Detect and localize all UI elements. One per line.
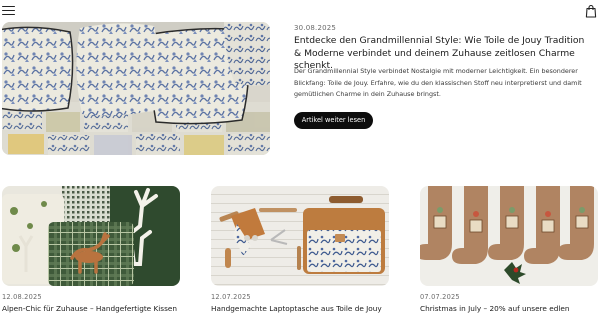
shopping-bag-icon[interactable]: [584, 4, 598, 18]
post-date: 12.07.2025: [211, 293, 251, 301]
post-title[interactable]: Alpen-Chic für Zuhause – Handgefertigte …: [2, 304, 177, 313]
post-image-alpen-chic[interactable]: [2, 186, 180, 286]
post-date: 12.08.2025: [2, 293, 42, 301]
post-image-laptop-bag[interactable]: [211, 186, 389, 286]
post-title[interactable]: Christmas in July – 20% auf unsere edlen: [420, 304, 569, 313]
featured-post-date: 30.08.2025: [294, 24, 337, 32]
featured-post-image[interactable]: [2, 22, 270, 155]
read-more-button[interactable]: Artikel weiter lesen: [294, 112, 373, 129]
post-date: 07.07.2025: [420, 293, 460, 301]
featured-post-excerpt: Der Grandmillennial Style verbindet Nost…: [294, 67, 582, 99]
post-title[interactable]: Handgemachte Laptoptasche aus Toile de J…: [211, 304, 382, 313]
post-image-christmas-stockings[interactable]: [420, 186, 598, 286]
hamburger-menu-icon[interactable]: [2, 6, 15, 16]
